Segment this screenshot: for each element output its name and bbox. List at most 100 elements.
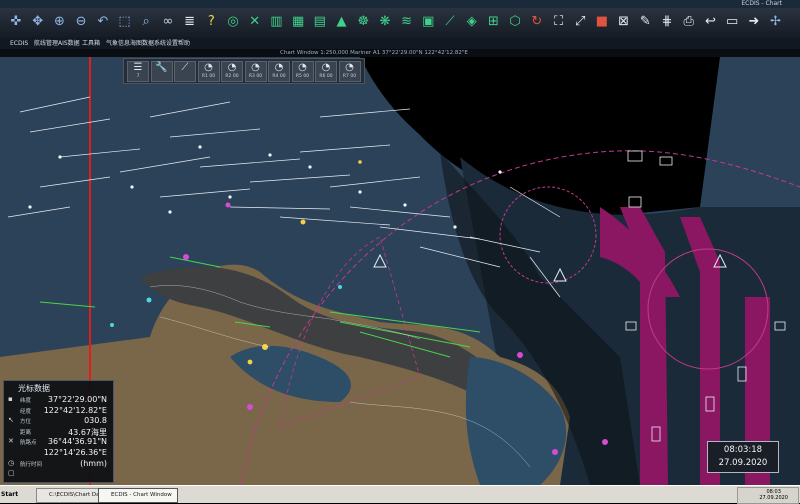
delete-icon: ⊠ bbox=[618, 14, 630, 29]
weather-icon: ❋ bbox=[379, 14, 391, 29]
help-button[interactable]: ? bbox=[201, 12, 221, 32]
taskbar-item-ecdis[interactable]: ECDIS - Chart Window bbox=[98, 488, 178, 503]
grid-button[interactable]: ⊞ bbox=[483, 12, 503, 32]
bearing-icon: ↖ bbox=[8, 416, 14, 425]
zoom-area-icon: ⬚ bbox=[118, 14, 131, 29]
layers-stack-button[interactable]: ☰ 7 bbox=[127, 61, 149, 82]
menu-item[interactable]: 帮助 bbox=[178, 38, 190, 49]
range-icon: ◔ bbox=[321, 62, 331, 73]
undo-icon: ↶ bbox=[97, 14, 109, 29]
target-button[interactable]: ◎ bbox=[223, 12, 243, 32]
select-area-button[interactable]: ⛶ bbox=[549, 12, 569, 32]
fit-icon: ⤢ bbox=[574, 14, 586, 29]
log-button[interactable]: ▣ bbox=[418, 12, 438, 32]
draw-line-button[interactable]: ⟋ bbox=[174, 61, 196, 82]
menu-item[interactable]: 气象信息 bbox=[106, 38, 130, 49]
cursor-data-row: ▢ bbox=[4, 469, 113, 479]
row-value: 36°44'36.91"N bbox=[47, 437, 107, 447]
alarm-area-button[interactable]: ⬡ bbox=[505, 12, 525, 32]
menu-item[interactable]: 工具箱 bbox=[82, 38, 100, 49]
search-button[interactable]: ⌕ bbox=[136, 12, 156, 32]
delete-button[interactable]: ⊠ bbox=[614, 12, 634, 32]
range-icon: ◔ bbox=[345, 62, 354, 73]
row-value: 030.8 bbox=[84, 416, 107, 426]
time-icon: ◷ bbox=[8, 458, 15, 467]
pen-button[interactable]: ✎ bbox=[635, 12, 655, 32]
route-button[interactable]: ▥ bbox=[266, 12, 286, 32]
settings-wrench-button[interactable]: 🔧 bbox=[150, 61, 173, 82]
range-3-button[interactable]: ◔ R3 00 bbox=[244, 61, 267, 82]
chart-canvas[interactable] bbox=[0, 57, 800, 485]
net-button[interactable]: ⋕ bbox=[657, 12, 677, 32]
fit-button[interactable]: ⤢ bbox=[570, 12, 590, 32]
binoculars-button[interactable]: ∞ bbox=[158, 12, 178, 32]
zoom-out-button[interactable]: ⊖ bbox=[71, 12, 91, 32]
menu-item[interactable]: AIS数据 bbox=[58, 38, 80, 49]
back-icon: ↩ bbox=[704, 14, 716, 29]
cursor-data-row: ◷ 航行时间 (hmm) bbox=[4, 459, 113, 469]
range-5-button[interactable]: ◔ R5 00 bbox=[291, 61, 314, 82]
range-1-button[interactable]: ◔ R1 00 bbox=[197, 61, 220, 82]
print-icon: ⎙ bbox=[683, 14, 694, 29]
exit-button[interactable]: ➜ bbox=[744, 12, 764, 32]
ais-button[interactable]: ▲ bbox=[332, 12, 352, 32]
weather-button[interactable]: ❋ bbox=[375, 12, 395, 32]
mode-icon: ▢ bbox=[8, 469, 15, 478]
exit-icon: ➜ bbox=[748, 14, 760, 29]
row-label: 航行时间 bbox=[20, 461, 43, 468]
range-7-button[interactable]: ◔ R7 00 bbox=[338, 61, 361, 82]
stop-icon: ■ bbox=[595, 14, 609, 29]
ship-icon: ▲ bbox=[336, 14, 347, 29]
menu-item[interactable]: ECDIS bbox=[10, 38, 28, 49]
zoom-in-button[interactable]: ⊕ bbox=[49, 12, 69, 32]
back-button[interactable]: ↩ bbox=[700, 12, 720, 32]
chart-icon: ▤ bbox=[313, 14, 326, 29]
layer-toolbar: ☰ 7 🔧 ⟋ ◔ R1 00 ◔ R2 00 ◔ R3 00 ◔ R4 00 ◔ R5 00 ◔ R6 00… bbox=[123, 58, 365, 84]
layers-button[interactable]: ≣ bbox=[180, 12, 200, 32]
grid-icon: ⊞ bbox=[487, 14, 499, 29]
tools-button[interactable]: ✕ bbox=[245, 12, 265, 32]
stop-button[interactable]: ■ bbox=[592, 12, 612, 32]
taskbar-item-explorer[interactable]: C:\ECDIS\Chart Data bbox=[36, 488, 106, 503]
undo-view-button[interactable]: ↶ bbox=[93, 12, 113, 32]
cursor-data-row: ✕ 航路点 36°44'36.91"N bbox=[4, 437, 113, 447]
task-label: ECDIS - Chart Window bbox=[111, 492, 172, 498]
tide-button[interactable]: ≋ bbox=[397, 12, 417, 32]
range-2-button[interactable]: ◔ R2 00 bbox=[221, 61, 243, 82]
layer-button-label: 7 bbox=[136, 74, 140, 79]
start-button[interactable]: Start bbox=[1, 488, 31, 501]
layer-button-label: R3 00 bbox=[248, 74, 263, 79]
menu-item[interactable]: 系统设置 bbox=[154, 38, 178, 49]
main-toolbar: ✜ ✥ ⊕ ⊖ ↶ ⬚ ⌕ ∞ ≣? ◎ ✕ ▥ ▦ ▤ ▲ ☸ ❋ ≋ ▣ ⟋ ◈ ⊞ ⬡ ↻ ⛶ ⤢ ■ ⊠ ✎ ⋕ ⎙ ↩ ▭ ➜ ✢ bbox=[0, 8, 800, 39]
cursor-data-row: 距离 43.67海里 bbox=[4, 427, 113, 437]
range-6-button[interactable]: ◔ R6 00 bbox=[315, 61, 337, 82]
refresh-button[interactable]: ↻ bbox=[527, 12, 547, 32]
cursor-tool-button[interactable]: ✜ bbox=[6, 12, 26, 32]
log-icon: ▣ bbox=[422, 14, 435, 29]
panel-title: 光标数据 bbox=[18, 384, 50, 393]
zoom-area-button[interactable]: ⬚ bbox=[115, 12, 135, 32]
route-table-button[interactable]: ▦ bbox=[288, 12, 308, 32]
crosshair-icon: ✜ bbox=[10, 14, 22, 29]
cursor-data-row: 经度 122°42'12.82"E bbox=[4, 406, 113, 416]
print-button[interactable]: ⎙ bbox=[679, 12, 699, 32]
pan-tool-button[interactable]: ✥ bbox=[28, 12, 48, 32]
compass-button[interactable]: ✢ bbox=[766, 12, 786, 32]
row-value: 122°14'26.36"E bbox=[43, 448, 107, 457]
range-4-button[interactable]: ◔ R4 00 bbox=[268, 61, 290, 82]
menu-item[interactable]: 海图数据 bbox=[130, 38, 154, 49]
mark-button[interactable]: ◈ bbox=[462, 12, 482, 32]
window-button[interactable]: ▭ bbox=[722, 12, 742, 32]
chart-display[interactable] bbox=[0, 57, 800, 485]
chart-button[interactable]: ▤ bbox=[310, 12, 330, 32]
row-value: 122°42'12.82"E bbox=[43, 405, 107, 415]
measure-icon: ⟋ bbox=[445, 14, 455, 29]
chart-info-bar: Chart Window 1:250,000 Mariner A1 37°22'… bbox=[0, 49, 800, 57]
position-icon bbox=[8, 407, 15, 414]
measure-button[interactable]: ⟋ bbox=[440, 12, 460, 32]
menu-item[interactable]: 航线管理 bbox=[34, 38, 58, 49]
radar-button[interactable]: ☸ bbox=[353, 12, 373, 32]
range-icon: ◔ bbox=[274, 62, 284, 73]
utc-clock: 08:03:18 27.09.2020 bbox=[707, 441, 779, 473]
layers-icon: ≣ bbox=[184, 14, 196, 29]
